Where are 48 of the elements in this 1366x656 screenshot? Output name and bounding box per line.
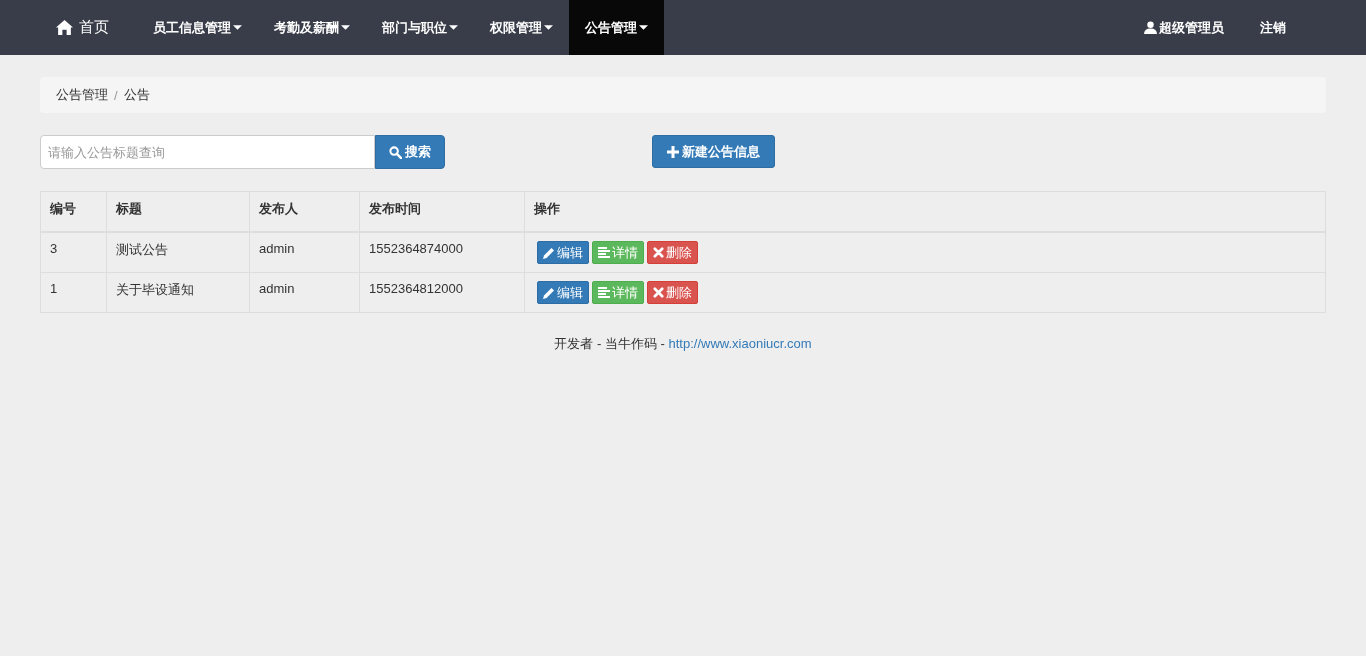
nav-menu[interactable]: 部门与职位 bbox=[366, 0, 474, 55]
caret-icon bbox=[449, 25, 458, 30]
cross-icon bbox=[653, 247, 664, 258]
logout-link[interactable]: 注销 bbox=[1240, 0, 1306, 55]
nav-menu[interactable]: 权限管理 bbox=[474, 0, 569, 55]
cross-icon bbox=[653, 287, 664, 298]
time-cell: 1552364874000 bbox=[359, 232, 525, 273]
column-header: 发布人 bbox=[249, 191, 360, 232]
footer-text: 开发者 - 当牛作码 - http://www.xiaoniucr.com bbox=[553, 335, 813, 353]
home-icon bbox=[56, 20, 73, 35]
publisher-cell: admin bbox=[249, 232, 360, 273]
lines-icon bbox=[598, 287, 610, 298]
publisher-cell: admin bbox=[249, 272, 360, 313]
breadcrumb-item: 公告 bbox=[123, 86, 150, 104]
caret-icon bbox=[233, 25, 242, 30]
column-header: 操作 bbox=[524, 191, 1326, 232]
title-cell: 关于毕设通知 bbox=[106, 272, 250, 313]
search-field[interactable]: 请输入公告标题查询 bbox=[40, 135, 375, 169]
delete-button[interactable]: 删除 bbox=[647, 241, 698, 264]
delete-button[interactable]: 删除 bbox=[647, 281, 698, 304]
breadcrumb-item[interactable]: 公告管理 bbox=[56, 86, 108, 104]
search-icon bbox=[389, 145, 402, 159]
nav-menu[interactable]: 考勤及薪酬 bbox=[258, 0, 366, 55]
home-link[interactable]: 首页 bbox=[40, 0, 125, 55]
caret-icon bbox=[341, 25, 350, 30]
nav-menu[interactable]: 员工信息管理 bbox=[137, 0, 258, 55]
caret-icon bbox=[544, 25, 553, 30]
pencil-icon bbox=[543, 286, 555, 299]
column-header: 发布时间 bbox=[359, 191, 525, 232]
time-cell: 1552364812000 bbox=[359, 272, 525, 313]
new-notice-button[interactable]: 新建公告信息 bbox=[652, 135, 775, 168]
search-button[interactable]: 搜索 bbox=[375, 135, 445, 169]
plus-icon bbox=[667, 145, 679, 158]
user-menu[interactable]: 超级管理员 bbox=[1128, 0, 1240, 55]
breadcrumb-separator: / bbox=[114, 87, 118, 103]
id-cell: 1 bbox=[40, 272, 107, 313]
pencil-icon bbox=[543, 246, 555, 259]
edit-button[interactable]: 编辑 bbox=[537, 241, 589, 264]
id-cell: 3 bbox=[40, 232, 107, 273]
user-icon bbox=[1144, 21, 1157, 34]
column-header: 编号 bbox=[40, 191, 107, 232]
edit-button[interactable]: 编辑 bbox=[537, 281, 589, 304]
website-link[interactable]: http://www.xiaoniucr.com bbox=[668, 336, 812, 351]
nav-menu[interactable]: 公告管理 bbox=[569, 0, 664, 55]
column-header: 标题 bbox=[106, 191, 250, 232]
caret-icon bbox=[639, 25, 648, 30]
title-cell: 测试公告 bbox=[106, 232, 250, 273]
lines-icon bbox=[598, 247, 610, 258]
